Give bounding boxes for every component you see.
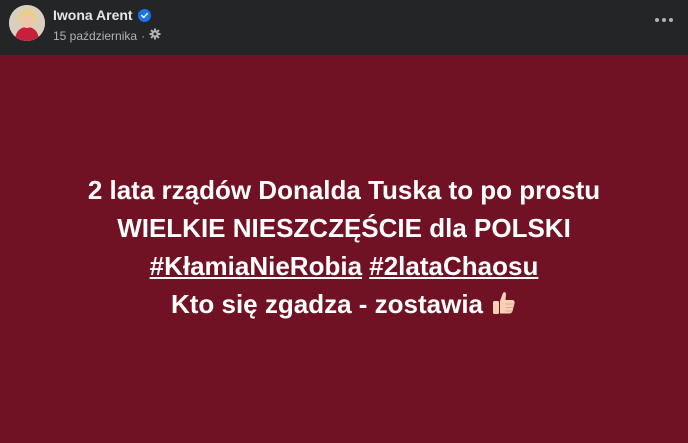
post-text-line-2: WIELKIE NIESZCZĘŚCIE dla POLSKI xyxy=(117,213,571,243)
hashtag-link[interactable]: #2lataChaosu xyxy=(369,251,538,281)
post-text-line-1: 2 lata rządów Donalda Tuska to po prostu xyxy=(87,175,601,205)
gear-icon[interactable] xyxy=(149,28,161,43)
post-text-line-3: #KłamiaNieRobia #2lataChaosu xyxy=(88,247,600,285)
post: Iwona Arent 15 października · 2 lata rzą… xyxy=(0,0,688,443)
post-text-line-4-text: Kto się zgadza - zostawia xyxy=(170,289,484,319)
hashtag-link[interactable]: #KłamiaNieRobia xyxy=(150,251,362,281)
more-options-icon[interactable] xyxy=(652,8,676,32)
post-header: Iwona Arent 15 października · xyxy=(0,0,688,55)
post-text-line-4: Kto się zgadza - zostawia xyxy=(88,285,600,327)
post-content-background: 2 lata rządów Donalda Tuska to po prostu… xyxy=(0,55,688,443)
meta-separator: · xyxy=(141,28,146,43)
post-date[interactable]: 15 października xyxy=(53,29,137,43)
author-row: Iwona Arent xyxy=(53,7,151,23)
avatar[interactable] xyxy=(9,5,45,41)
verified-badge-icon xyxy=(137,8,151,22)
post-meta: 15 października · xyxy=(53,28,161,43)
post-text: 2 lata rządów Donalda Tuska to po prostu… xyxy=(88,171,600,327)
author-name[interactable]: Iwona Arent xyxy=(53,7,133,23)
thumbs-up-icon xyxy=(489,289,517,327)
